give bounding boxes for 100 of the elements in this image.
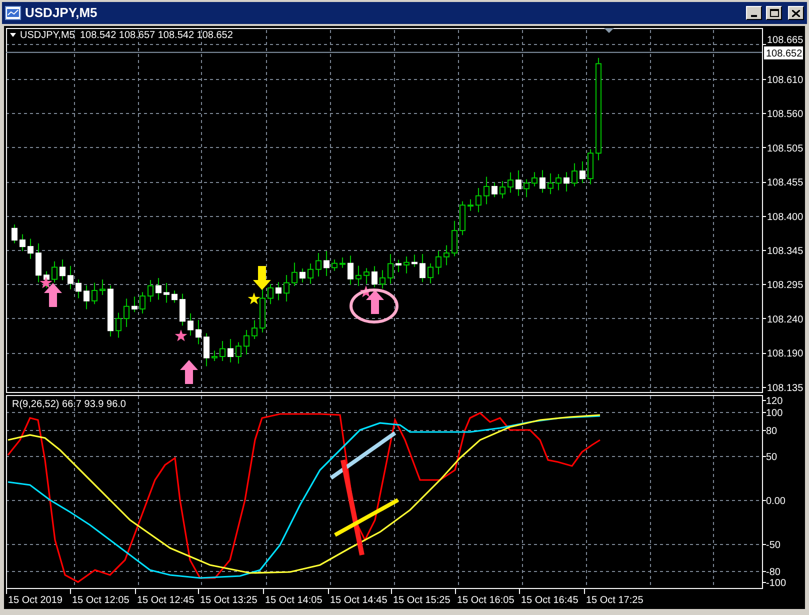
star-icon: [248, 292, 260, 304]
candlestick: [356, 265, 362, 286]
candlestick: [548, 172, 554, 195]
candlestick: [228, 338, 234, 363]
candlestick: [124, 298, 130, 328]
indicator-scale-label: 80: [766, 426, 778, 437]
candlestick: [308, 263, 314, 284]
candlestick: [116, 312, 122, 338]
candlestick: [372, 266, 378, 288]
candlestick: [404, 256, 410, 274]
indicator-scale-label: -80: [766, 567, 780, 578]
maximize-button[interactable]: [766, 6, 782, 20]
candlestick: [252, 320, 258, 340]
candlestick: [196, 320, 202, 345]
minimize-button[interactable]: [746, 6, 762, 20]
time-label: 15 Oct 17:25: [586, 595, 644, 606]
candlestick: [580, 160, 586, 184]
candlestick: [12, 224, 18, 244]
time-label: 15 Oct 14:45: [330, 595, 388, 606]
candlestick: [540, 170, 546, 194]
candlestick: [92, 282, 98, 305]
candlestick: [28, 238, 34, 260]
up-arrow-icon: [366, 290, 384, 314]
window-title: USDJPY,M5: [25, 4, 98, 22]
candlestick: [516, 170, 522, 196]
time-label: 15 Oct 2019: [8, 595, 62, 606]
candlestick: [436, 250, 442, 275]
candlestick: [340, 257, 346, 268]
star-icon: [40, 276, 52, 288]
maximize-icon: [770, 9, 778, 17]
shift-marker-icon[interactable]: [604, 28, 614, 33]
candlestick: [324, 250, 330, 277]
candlestick: [388, 253, 394, 284]
down-arrow-icon: [253, 266, 271, 290]
candlestick: [332, 258, 338, 272]
star-icon: [174, 330, 188, 342]
price-label: 108.240: [767, 314, 804, 326]
candlestick: [236, 342, 242, 364]
price-label: 108.455: [767, 178, 804, 189]
candlestick: [556, 174, 562, 191]
candlestick: [348, 255, 354, 286]
dropdown-icon[interactable]: [10, 33, 16, 37]
candlestick: [180, 293, 186, 326]
close-icon: [792, 10, 800, 16]
candlestick: [500, 180, 506, 199]
candlestick: [212, 350, 218, 362]
indicator-scale-label: 120: [766, 396, 783, 407]
candlestick: [444, 244, 450, 266]
candlestick: [244, 329, 250, 356]
highlight-circle: [350, 288, 398, 324]
candlestick: [140, 292, 146, 314]
candlestick: [380, 270, 386, 290]
indicator-scale-label: 0.00: [766, 496, 786, 507]
time-label: 15 Oct 16:45: [521, 595, 578, 606]
price-label: 108.135: [767, 382, 804, 394]
candlestick: [188, 312, 194, 336]
chart-window-icon: [5, 6, 21, 20]
candlestick: [260, 288, 266, 334]
candlestick: [524, 178, 530, 198]
candlestick: [76, 279, 82, 299]
indicator-scale-label: 50: [766, 452, 778, 463]
candlestick: [460, 200, 466, 236]
candlestick: [396, 259, 402, 273]
candlestick: [508, 172, 514, 194]
time-label: 15 Oct 13:25: [200, 595, 258, 606]
candlestick: [60, 258, 66, 281]
candlestick: [108, 284, 114, 337]
up-arrow-icon: [44, 283, 62, 307]
current-price-tag: 108.652: [764, 46, 803, 60]
minimize-icon: [751, 15, 757, 17]
close-button[interactable]: [788, 6, 804, 20]
candlestick: [52, 260, 58, 284]
up-arrow-icon: [180, 360, 198, 384]
price-label: 108.505: [767, 143, 804, 154]
price-label: 108.560: [767, 109, 804, 120]
indicator-scale-label: -50: [766, 540, 780, 551]
candlestick: [564, 172, 570, 192]
candlestick: [428, 262, 434, 284]
indicator-label: R(9,26,52) 66.7 93.9 96.0: [12, 399, 126, 410]
candlestick: [420, 253, 426, 283]
candlestick: [316, 252, 322, 277]
price-label: 108.665: [767, 35, 804, 46]
time-label: 15 Oct 16:05: [457, 595, 514, 606]
candlestick: [68, 265, 74, 290]
symbol-label: USDJPY,M5: [20, 30, 75, 41]
indicator-scale-label: 100: [766, 408, 783, 419]
candlestick: [220, 340, 226, 362]
time-label: 15 Oct 15:25: [393, 595, 450, 606]
candlestick: [468, 198, 474, 212]
price-label: 108.295: [767, 280, 804, 292]
candlestick: [84, 284, 90, 310]
candlestick: [132, 296, 138, 313]
candlestick: [204, 332, 210, 367]
candlestick: [276, 282, 282, 301]
candlestick: [36, 242, 42, 283]
candlestick: [532, 172, 538, 187]
candlestick: [572, 162, 578, 187]
candlestick: [20, 234, 26, 252]
time-label: 15 Oct 14:05: [265, 595, 322, 606]
candlestick: [164, 282, 170, 304]
